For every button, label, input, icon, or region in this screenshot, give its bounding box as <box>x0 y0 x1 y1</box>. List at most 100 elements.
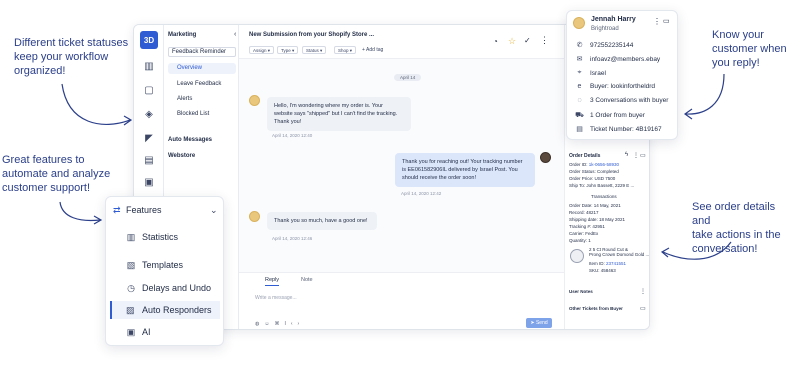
more-icon[interactable]: ⋮ <box>640 288 646 295</box>
customer-card: Jennah Harry Brightroad ⋮ ▭ ✆ 97255223514… <box>566 10 678 140</box>
chat-icon[interactable]: ▭ <box>663 17 670 25</box>
mail-icon: ✉ <box>576 56 583 63</box>
features-card: ⇄ Features ⌄ ▥ Statistics ▧ Templates ◷ Del… <box>105 196 224 346</box>
arrow-know <box>683 73 725 120</box>
phone-icon: ✆ <box>576 42 583 49</box>
item-id: Item ID: 23741551 <box>589 261 627 266</box>
auto-responder-icon: ▨ <box>126 304 135 315</box>
emoji-icon[interactable]: ☺ <box>264 321 274 327</box>
more-icon[interactable]: ⋮ <box>653 17 661 26</box>
customer-phone: ✆ 972552235144 <box>576 41 634 50</box>
menu-item-blocked-list[interactable]: Blocked List <box>177 111 209 117</box>
customer-email: ✉ infoavz@members.ebay <box>576 55 661 64</box>
arrow-order <box>660 241 732 260</box>
customer-avatar <box>249 211 260 222</box>
type-dropdown[interactable]: Type ▾ <box>277 46 299 54</box>
order-details-title: Order Details <box>569 153 601 159</box>
feature-statistics[interactable]: ▥ Statistics <box>126 232 178 242</box>
menu-item-alerts[interactable]: Alerts <box>177 96 192 102</box>
menu-section-title: Marketing <box>168 32 197 38</box>
menu-item-leave-feedback[interactable]: Leave Feedback <box>177 81 221 87</box>
bell-icon[interactable]: ◔ <box>493 37 498 46</box>
feature-delays-undo[interactable]: ◷ Delays and Undo <box>126 283 211 293</box>
order-date: Order Date: 14 May, 2021 <box>569 203 621 208</box>
more-icon[interactable]: ⋮ <box>633 152 639 159</box>
attach-icon[interactable]: ◍ <box>255 321 264 327</box>
tab-note[interactable]: Note <box>301 277 313 283</box>
carrier: Carrier: FedEx <box>569 231 599 236</box>
feature-ai[interactable]: ▣ AI <box>126 327 151 337</box>
ebay-icon: e <box>577 83 582 90</box>
sku: SKU: 458463 <box>589 268 616 273</box>
check-icon[interactable]: ✓ <box>524 36 531 45</box>
app-logo[interactable]: 3D <box>140 31 158 49</box>
megaphone-icon[interactable]: ◤ <box>143 133 155 145</box>
location-icon: ⌖ <box>577 69 582 76</box>
templates-icon: ▧ <box>126 260 136 270</box>
ai-icon: ▣ <box>126 327 136 337</box>
tab-reply[interactable]: Reply <box>265 277 280 286</box>
customer-conversations[interactable]: ◌ 3 Conversations with buyer <box>575 97 668 104</box>
customer-name: Jennah Harry <box>591 16 636 23</box>
chevron-down-icon[interactable]: ⌄ <box>210 205 218 216</box>
assign-dropdown[interactable]: Assign ▾ <box>249 46 275 54</box>
ticket-topbar: New Submission from your Shopify Store .… <box>239 25 564 59</box>
message-bubble: Thank you so much, have a good one! <box>267 212 377 230</box>
transactions-header: Transactions <box>591 194 617 199</box>
menu-group-feedback[interactable]: Feedback Reminder <box>168 47 236 57</box>
customer-country: ⌖ Israel <box>575 69 606 77</box>
agent-avatar <box>540 152 551 163</box>
lightning-icon[interactable]: ϟ <box>625 152 628 158</box>
menu-item-webstore[interactable]: Webstore <box>168 153 195 159</box>
status-dropdown[interactable]: Status ▾ <box>302 46 327 54</box>
chat-icon[interactable]: ▭ <box>640 152 646 159</box>
features-icon: ⇄ <box>113 205 121 215</box>
arrow-automate <box>59 201 103 225</box>
shipping-date: Shipping date: 18 May 2021 <box>569 217 626 222</box>
collapse-icon[interactable]: ‹ <box>234 31 236 38</box>
other-tickets[interactable]: Other Tickets from Buyer <box>569 306 623 311</box>
reply-editor: Reply Note Write a message... ◍☺⌘I‹› ➤ S… <box>239 272 564 329</box>
message-input[interactable]: Write a message... <box>255 295 535 301</box>
customer-avatar <box>249 95 260 106</box>
chart-icon[interactable]: ▥ <box>143 61 155 73</box>
callout-know-customer: Know your customer when you reply! <box>712 29 787 69</box>
clock-icon: ◷ <box>127 283 135 293</box>
user-notes[interactable]: User Notes <box>569 289 593 294</box>
ticket-title: New Submission from your Shopify Store .… <box>249 32 375 38</box>
send-button[interactable]: ➤ Send <box>526 318 552 328</box>
link-icon[interactable]: ⌘ <box>274 321 284 327</box>
date-divider: April 14 <box>394 74 422 81</box>
customer-avatar <box>573 17 585 29</box>
more-icon[interactable]: ⋮ <box>540 35 549 46</box>
message-bubble: Thank you for reaching out! Your trackin… <box>395 153 535 187</box>
store-icon[interactable]: ▤ <box>143 155 155 167</box>
callout-automate: Great features to automate and analyze c… <box>2 154 111 194</box>
feature-templates[interactable]: ▧ Templates <box>126 260 183 270</box>
customer-orders[interactable]: ⛟ 1 Order from buyer <box>575 111 645 120</box>
star-icon[interactable]: ☆ <box>508 36 516 47</box>
code-icon[interactable]: ‹› <box>291 321 304 327</box>
message-bubble: Hello, I'm wondering where my order is. … <box>267 97 411 131</box>
add-tag-button[interactable]: + Add tag <box>362 47 383 53</box>
chat-icon[interactable]: ▭ <box>640 305 646 312</box>
menu-item-overview[interactable]: Overview <box>168 63 236 74</box>
item-name: 2 5 Ct Round Cut & Prong Crown Domond Go… <box>589 247 650 257</box>
shop-dropdown[interactable]: Shop ▾ <box>334 46 357 54</box>
editor-toolbar: ◍☺⌘I‹› <box>255 321 304 327</box>
layers-icon[interactable]: ◈ <box>143 109 155 121</box>
customer-ticket: ▤ Ticket Number: 4B19167 <box>576 125 662 134</box>
feature-auto-responders[interactable]: ▨ Auto Responders <box>110 301 220 319</box>
chat-icon[interactable]: ▢ <box>143 85 155 97</box>
ticket-icon: ▤ <box>576 126 583 133</box>
message-timestamp: April 14, 2020 12:42 <box>401 191 442 196</box>
features-title: Features <box>126 205 162 215</box>
message-timestamp: April 14, 2020 12:40 <box>272 133 313 138</box>
menu-item-auto-messages[interactable]: Auto Messages <box>168 137 212 143</box>
ship-to: Ship To: John Bassett, 2229 E ... <box>569 183 635 188</box>
cart-icon: ⛟ <box>575 112 584 119</box>
customer-company: Brightroad <box>591 26 619 32</box>
calendar-icon[interactable]: ▣ <box>143 177 155 189</box>
product-image <box>570 249 584 263</box>
statistics-icon: ▥ <box>126 232 136 242</box>
